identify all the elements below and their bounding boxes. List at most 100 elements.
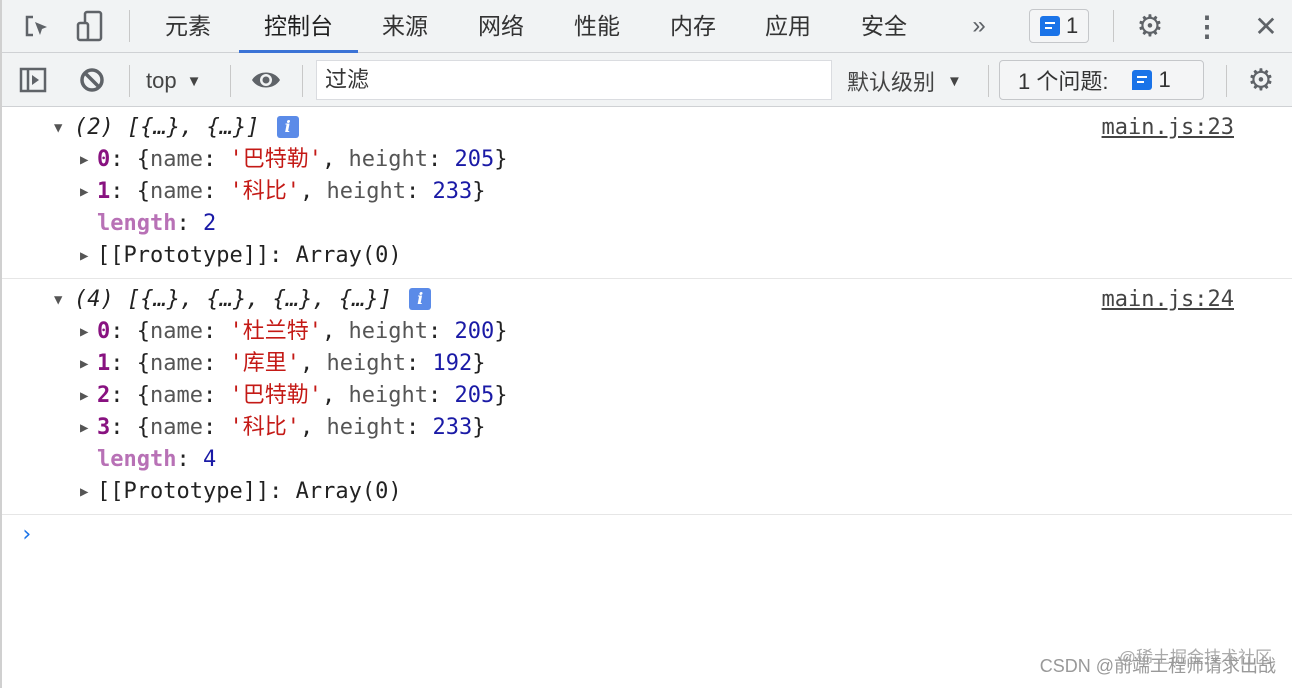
message-icon bbox=[1040, 16, 1060, 36]
source-link[interactable]: main.js:23 bbox=[1102, 112, 1234, 144]
divider bbox=[129, 10, 130, 42]
length-value: 4 bbox=[202, 447, 217, 472]
height-value: 200 bbox=[454, 319, 495, 344]
array-item[interactable]: ▶ 1: {name: '库里', height: 192} bbox=[2, 348, 1292, 380]
expand-triangle-icon[interactable]: ▶ bbox=[80, 176, 88, 208]
tab-6[interactable]: 应用 bbox=[765, 0, 811, 53]
expand-triangle-icon[interactable]: ▶ bbox=[80, 316, 88, 348]
tab-0[interactable]: 元素 bbox=[165, 0, 211, 53]
console-toolbar: top ▼ 过滤 默认级别 ▼ 1 个问题: 1 ⚙ bbox=[2, 53, 1292, 107]
inspect-element-icon[interactable] bbox=[22, 13, 52, 41]
console-output: ▼ (2) [{…}, {…}] i main.js:23 ▶ 0: {name: '巴… bbox=[2, 107, 1292, 515]
tab-3[interactable]: 网络 bbox=[478, 0, 524, 53]
divider bbox=[129, 65, 130, 97]
filter-input[interactable]: 过滤 bbox=[316, 60, 832, 100]
divider bbox=[1113, 10, 1114, 42]
sidebar-toggle-icon[interactable] bbox=[18, 66, 48, 94]
issues-count: 1 bbox=[1158, 67, 1171, 92]
array-header[interactable]: ▼ (2) [{…}, {…}] i bbox=[2, 112, 1292, 144]
array-summary: (4) [{…}, {…}, {…}, {…}] bbox=[74, 287, 392, 312]
length-key: length bbox=[97, 447, 177, 472]
item-index: 1 bbox=[97, 179, 111, 204]
console-settings-gear-icon[interactable]: ⚙ bbox=[1245, 64, 1277, 97]
log-level-dropdown[interactable]: 默认级别 ▼ bbox=[847, 65, 962, 97]
more-tabs-icon[interactable]: » bbox=[966, 10, 992, 42]
close-icon[interactable]: ✕ bbox=[1252, 10, 1280, 42]
tab-5[interactable]: 内存 bbox=[670, 0, 716, 53]
height-value: 233 bbox=[432, 415, 473, 440]
prototype-value: [[Prototype]]: Array(0) bbox=[97, 479, 402, 504]
watermark-csdn: CSDN @前端工程师请求出战 bbox=[1039, 656, 1276, 676]
name-value: '科比' bbox=[229, 415, 300, 440]
live-expression-eye-icon[interactable] bbox=[250, 67, 282, 93]
expand-triangle-icon[interactable]: ▶ bbox=[80, 240, 88, 272]
name-value: '巴特勒' bbox=[229, 147, 322, 172]
array-item[interactable]: ▶ 0: {name: '杜兰特', height: 200} bbox=[2, 316, 1292, 348]
array-item[interactable]: ▶ 2: {name: '巴特勒', height: 205} bbox=[2, 380, 1292, 412]
issues-badge-button[interactable]: 1 bbox=[1029, 9, 1090, 43]
expand-triangle-icon[interactable]: ▶ bbox=[80, 144, 88, 176]
name-value: '巴特勒' bbox=[229, 383, 322, 408]
prototype-row[interactable]: ▶ [[Prototype]]: Array(0) bbox=[2, 240, 1292, 272]
array-item[interactable]: ▶ 0: {name: '巴特勒', height: 205} bbox=[2, 144, 1292, 176]
property-key: name bbox=[150, 415, 203, 440]
property-key: name bbox=[150, 147, 203, 172]
more-options-icon[interactable]: ⋮ bbox=[1193, 10, 1221, 42]
item-index: 1 bbox=[97, 351, 111, 376]
collapse-triangle-icon[interactable]: ▼ bbox=[54, 112, 62, 144]
dropdown-arrow-icon: ▼ bbox=[186, 72, 202, 90]
array-summary: (2) [{…}, {…}] bbox=[74, 115, 260, 140]
array-header[interactable]: ▼ (4) [{…}, {…}, {…}, {…}] i bbox=[2, 284, 1292, 316]
item-index: 3 bbox=[97, 415, 111, 440]
expand-triangle-icon[interactable]: ▶ bbox=[80, 380, 88, 412]
context-value: top bbox=[146, 68, 177, 93]
expand-triangle-icon[interactable]: ▶ bbox=[80, 348, 88, 380]
issues-count: 1 bbox=[1066, 13, 1079, 38]
name-value: '杜兰特' bbox=[229, 319, 322, 344]
array-item[interactable]: ▶ 1: {name: '科比', height: 233} bbox=[2, 176, 1292, 208]
console-prompt[interactable]: › bbox=[2, 515, 1292, 555]
property-key: height bbox=[348, 147, 428, 172]
info-icon[interactable]: i bbox=[276, 116, 299, 138]
log-entry: ▼ (4) [{…}, {…}, {…}, {…}] i main.js:24 ▶ 0:… bbox=[2, 279, 1292, 515]
devtools-tab-bar: 元素 控制台 来源 网络 性能 内存 应用 安全 » 1 ⚙ ⋮ ✕ bbox=[2, 0, 1292, 53]
item-index: 0 bbox=[97, 319, 111, 344]
property-key: height bbox=[326, 179, 406, 204]
property-key: name bbox=[150, 383, 203, 408]
context-selector[interactable]: top ▼ bbox=[146, 65, 201, 97]
length-property: length: 2 bbox=[97, 211, 217, 236]
tab-1[interactable]: 控制台 bbox=[239, 0, 358, 53]
log-entry: ▼ (2) [{…}, {…}] i main.js:23 ▶ 0: {name: '巴… bbox=[2, 107, 1292, 279]
collapse-triangle-icon[interactable]: ▼ bbox=[54, 284, 62, 316]
array-item[interactable]: ▶ 3: {name: '科比', height: 233} bbox=[2, 412, 1292, 444]
height-value: 192 bbox=[432, 351, 473, 376]
source-link[interactable]: main.js:24 bbox=[1102, 284, 1234, 316]
property-key: name bbox=[150, 351, 203, 376]
property-key: height bbox=[326, 415, 406, 440]
height-value: 205 bbox=[454, 383, 495, 408]
settings-gear-icon[interactable]: ⚙ bbox=[1134, 10, 1166, 43]
expand-triangle-icon[interactable]: ▶ bbox=[80, 412, 88, 444]
property-key: height bbox=[348, 383, 428, 408]
issues-button[interactable]: 1 个问题: 1 bbox=[999, 60, 1204, 100]
item-index: 2 bbox=[97, 383, 111, 408]
device-toolbar-icon[interactable] bbox=[74, 10, 106, 42]
property-key: height bbox=[326, 351, 406, 376]
clear-console-icon[interactable] bbox=[78, 66, 106, 94]
divider bbox=[230, 65, 231, 97]
tab-7[interactable]: 安全 bbox=[861, 0, 907, 53]
property-key: height bbox=[348, 319, 428, 344]
name-value: '科比' bbox=[229, 179, 300, 204]
property-key: name bbox=[150, 319, 203, 344]
info-icon[interactable]: i bbox=[409, 288, 432, 310]
tab-4[interactable]: 性能 bbox=[574, 0, 620, 53]
tab-2[interactable]: 来源 bbox=[382, 0, 428, 53]
length-key: length bbox=[97, 211, 177, 236]
message-icon bbox=[1132, 70, 1153, 90]
prototype-row[interactable]: ▶ [[Prototype]]: Array(0) bbox=[2, 476, 1292, 508]
expand-triangle-icon[interactable]: ▶ bbox=[80, 476, 88, 508]
divider bbox=[1226, 65, 1227, 97]
log-level-value: 默认级别 bbox=[847, 70, 936, 95]
item-index: 0 bbox=[97, 147, 111, 172]
name-value: '库里' bbox=[229, 351, 300, 376]
